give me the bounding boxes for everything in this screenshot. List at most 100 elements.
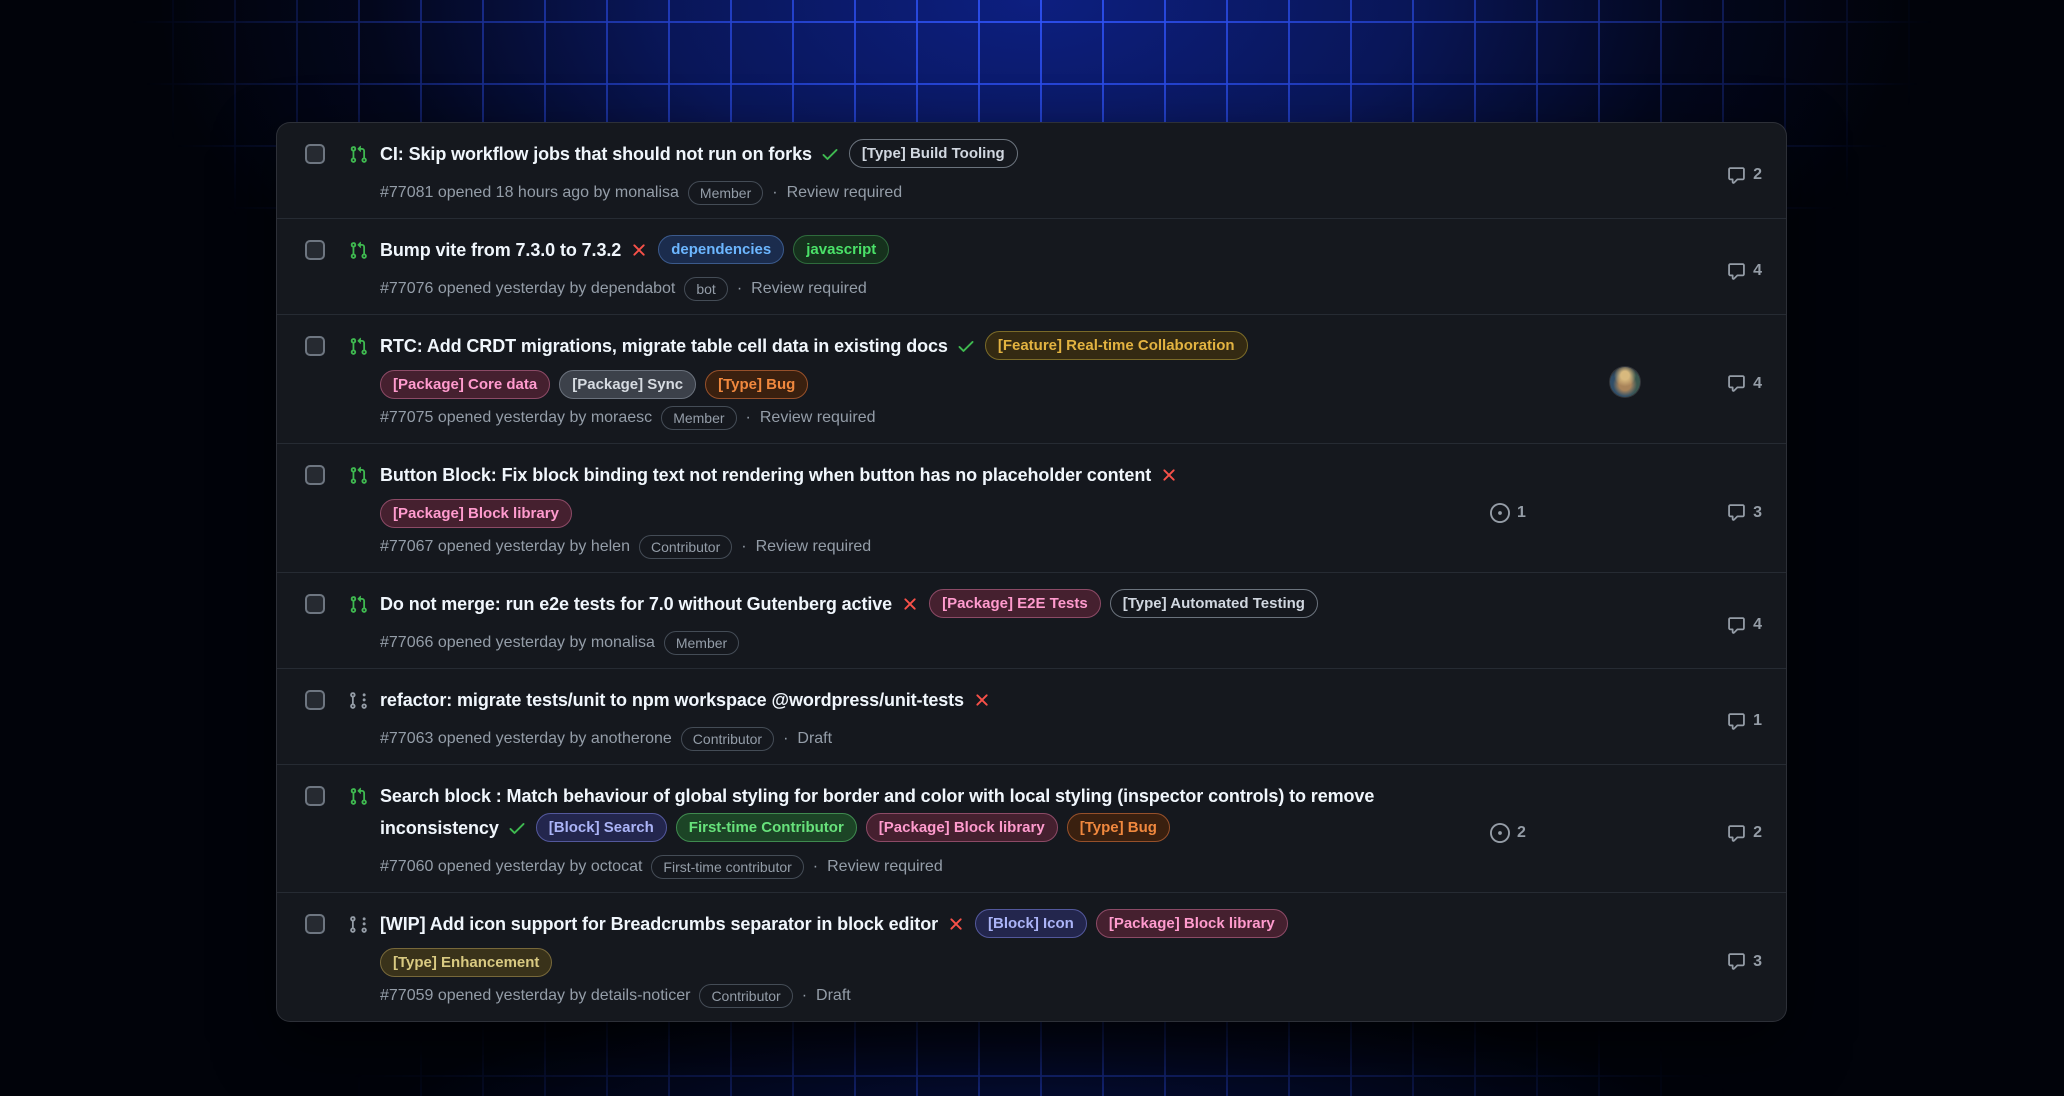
comment-count[interactable]: 2 — [1710, 145, 1762, 205]
reviewer-avatar[interactable] — [1610, 367, 1640, 397]
pr-title-link[interactable]: CI: Skip workflow jobs that should not r… — [380, 144, 812, 164]
pr-title-link[interactable]: Bump vite from 7.3.0 to 7.3.2 — [380, 240, 621, 260]
pr-label[interactable]: [Block] Icon — [975, 909, 1087, 938]
reviewer-avatar-slot — [1610, 334, 1640, 430]
review-status: ·Draft — [783, 730, 832, 748]
comment-count[interactable]: 4 — [1710, 337, 1762, 430]
row-select-checkbox[interactable] — [305, 240, 325, 260]
pr-meta: #77063 opened yesterday by anotherone Co… — [380, 727, 1698, 751]
x-icon — [1159, 463, 1179, 495]
git-pull-request-icon — [349, 337, 368, 356]
author-role-badge: bot — [684, 277, 727, 301]
git-pull-request-icon — [349, 241, 368, 260]
comment-count[interactable]: 4 — [1710, 241, 1762, 301]
author-role-badge: Member — [688, 181, 763, 205]
author-role-badge: Contributor — [681, 727, 774, 751]
pr-label[interactable]: dependencies — [658, 235, 784, 264]
comment-bubble-icon — [1727, 616, 1746, 635]
pr-title-line: Button Block: Fix block binding text not… — [380, 459, 1478, 495]
pr-meta-text: #77081 opened 18 hours ago by monalisa — [380, 184, 679, 202]
issue-opened-icon — [1490, 823, 1510, 843]
pr-labels-row: [Package] Core data [Package] Sync [Type] … — [380, 370, 1598, 399]
pr-label[interactable]: [Package] Block library — [866, 813, 1058, 842]
pr-meta: #77081 opened 18 hours ago by monalisa M… — [380, 181, 1698, 205]
pr-label[interactable]: [Package] Block library — [1096, 909, 1288, 938]
pr-label[interactable]: [Package] Sync — [559, 370, 696, 399]
review-status: ·Review required — [741, 538, 871, 556]
pr-meta-text: #77066 opened yesterday by monalisa — [380, 634, 655, 652]
comment-count[interactable]: 4 — [1710, 595, 1762, 655]
pr-content: refactor: migrate tests/unit to npm work… — [380, 684, 1698, 751]
pr-label[interactable]: [Feature] Real-time Collaboration — [985, 331, 1248, 360]
linked-issues-count[interactable]: 1 — [1490, 466, 1552, 559]
pr-label[interactable]: [Type] Build Tooling — [849, 139, 1018, 168]
pr-meta: #77060 opened yesterday by octocat First… — [380, 855, 1478, 879]
pr-title-link[interactable]: RTC: Add CRDT migrations, migrate table … — [380, 336, 948, 356]
pr-label[interactable]: [Package] E2E Tests — [929, 589, 1101, 618]
pr-meta-text: #77076 opened yesterday by dependabot — [380, 280, 675, 298]
pr-meta: #77076 opened yesterday by dependabot bo… — [380, 277, 1698, 301]
pr-content: Do not merge: run e2e tests for 7.0 with… — [380, 588, 1698, 655]
row-select-checkbox[interactable] — [305, 465, 325, 485]
pr-list-item: [WIP] Add icon support for Breadcrumbs s… — [277, 892, 1786, 1021]
pr-title-line: refactor: migrate tests/unit to npm work… — [380, 684, 1698, 720]
comment-count[interactable]: 3 — [1710, 915, 1762, 1008]
pr-label[interactable]: [Type] Bug — [1067, 813, 1170, 842]
pr-list-item: CI: Skip workflow jobs that should not r… — [277, 123, 1786, 218]
comment-bubble-icon — [1727, 166, 1746, 185]
check-icon — [507, 816, 527, 848]
pr-meta-text: #77067 opened yesterday by helen — [380, 538, 630, 556]
pr-content: Search block : Match behaviour of global… — [380, 780, 1478, 879]
row-select-checkbox[interactable] — [305, 144, 325, 164]
git-pull-request-icon — [349, 466, 368, 485]
row-select-checkbox[interactable] — [305, 914, 325, 934]
comment-bubble-icon — [1727, 952, 1746, 971]
pr-label[interactable]: [Package] Core data — [380, 370, 550, 399]
pr-content: Bump vite from 7.3.0 to 7.3.2 dependencie… — [380, 234, 1698, 301]
comment-bubble-icon — [1727, 824, 1746, 843]
comment-bubble-icon — [1727, 712, 1746, 731]
comment-count[interactable]: 2 — [1710, 787, 1762, 879]
x-icon — [900, 592, 920, 624]
comment-bubble-icon — [1727, 503, 1746, 522]
row-select-checkbox[interactable] — [305, 786, 325, 806]
x-icon — [629, 238, 649, 270]
pr-meta: #77059 opened yesterday by details-notic… — [380, 984, 1698, 1008]
row-select-checkbox[interactable] — [305, 336, 325, 356]
pr-labels-row: [Type] Enhancement — [380, 948, 1698, 977]
pr-list-item: Search block : Match behaviour of global… — [277, 764, 1786, 892]
pr-label[interactable]: [Type] Bug — [705, 370, 808, 399]
pr-title-link[interactable]: Do not merge: run e2e tests for 7.0 with… — [380, 594, 892, 614]
comment-bubble-icon — [1727, 262, 1746, 281]
comment-count[interactable]: 1 — [1710, 691, 1762, 751]
pr-title-line: Do not merge: run e2e tests for 7.0 with… — [380, 588, 1698, 624]
pr-title-link[interactable]: refactor: migrate tests/unit to npm work… — [380, 690, 964, 710]
pr-label[interactable]: [Block] Search — [536, 813, 667, 842]
pr-content: [WIP] Add icon support for Breadcrumbs s… — [380, 908, 1698, 1008]
row-select-checkbox[interactable] — [305, 594, 325, 614]
pr-list-item: Button Block: Fix block binding text not… — [277, 443, 1786, 572]
pr-title-link[interactable]: Button Block: Fix block binding text not… — [380, 465, 1151, 485]
pr-meta: #77067 opened yesterday by helen Contrib… — [380, 535, 1478, 559]
pr-label[interactable]: javascript — [793, 235, 889, 264]
pr-title-link[interactable]: [WIP] Add icon support for Breadcrumbs s… — [380, 914, 938, 934]
pr-label[interactable]: First-time Contributor — [676, 813, 857, 842]
pr-title-line: RTC: Add CRDT migrations, migrate table … — [380, 330, 1598, 366]
pr-label[interactable]: [Package] Block library — [380, 499, 572, 528]
pr-labels-row: [Package] Block library — [380, 499, 1478, 528]
comment-count[interactable]: 3 — [1710, 466, 1762, 559]
git-pull-request-draft-icon — [349, 691, 368, 710]
check-icon — [956, 334, 976, 366]
review-status: ·Review required — [772, 184, 902, 202]
review-status: ·Review required — [813, 858, 943, 876]
pr-label[interactable]: [Type] Enhancement — [380, 948, 552, 977]
git-pull-request-icon — [349, 595, 368, 614]
pr-list-item: RTC: Add CRDT migrations, migrate table … — [277, 314, 1786, 443]
pr-label[interactable]: [Type] Automated Testing — [1110, 589, 1318, 618]
author-role-badge: Contributor — [639, 535, 732, 559]
row-select-checkbox[interactable] — [305, 690, 325, 710]
linked-issues-count[interactable]: 2 — [1490, 787, 1552, 879]
review-status: ·Draft — [802, 987, 851, 1005]
pr-title-line: [WIP] Add icon support for Breadcrumbs s… — [380, 908, 1698, 944]
pr-meta: #77075 opened yesterday by moraesc Membe… — [380, 406, 1598, 430]
